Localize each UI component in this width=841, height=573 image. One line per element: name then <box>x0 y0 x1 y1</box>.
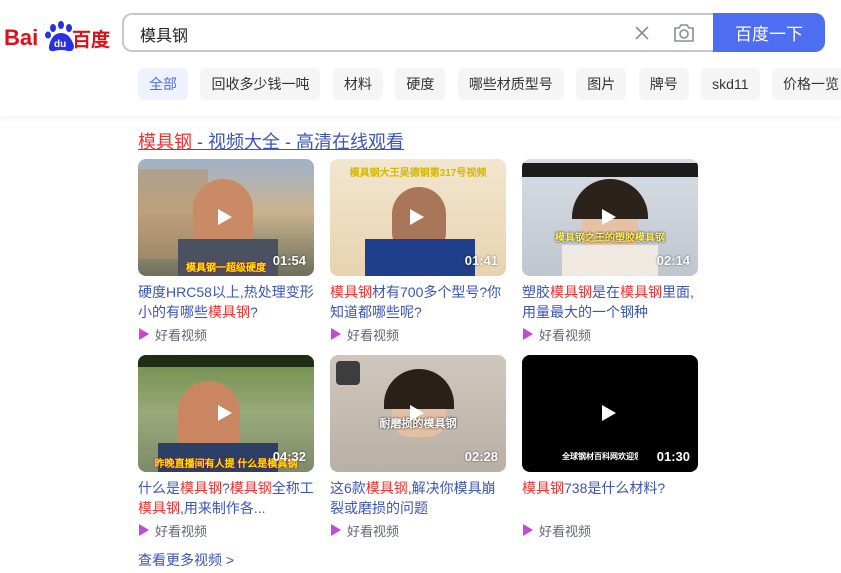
title-text: 塑胶 <box>522 284 550 300</box>
title-text: ? <box>222 480 230 496</box>
source-label: 好看视频 <box>347 523 400 539</box>
source-label: 好看视频 <box>155 523 208 539</box>
video-title[interactable]: 什么是模具钢?模具钢全称工模具钢,用来制作各... <box>138 478 314 518</box>
tab-material[interactable]: 材料 <box>332 68 383 100</box>
video-duration: 01:41 <box>464 253 498 268</box>
source-label: 好看视频 <box>155 327 208 343</box>
video-title[interactable]: 这6款模具钢,解决你模具崩裂或磨损的问题 <box>330 478 506 518</box>
source-label: 好看视频 <box>539 523 592 539</box>
video-card: 全球钢材百科网欢迎您 01:30 模具钢738是什么材料? 好看视频 <box>522 355 698 540</box>
haokan-icon <box>523 524 533 536</box>
video-duration: 01:30 <box>656 449 690 464</box>
search-tabs: 全部 回收多少钱一吨 材料 硬度 哪些材质型号 图片 牌号 skd11 价格一览 <box>138 68 841 100</box>
tab-price-overview[interactable]: 价格一览 <box>771 68 841 100</box>
title-text: 这6款 <box>330 480 366 496</box>
video-card: 耐磨损的模具钢 02:28 这6款模具钢,解决你模具崩裂或磨损的问题 好看视频 <box>330 355 506 540</box>
title-text: 全称工 <box>271 480 314 496</box>
camera-icon[interactable] <box>672 22 696 44</box>
haokan-icon <box>139 524 149 536</box>
title-highlight: 模具钢 <box>522 480 564 496</box>
title-text: ? <box>250 304 258 320</box>
title-text: 什么是 <box>138 480 180 496</box>
title-highlight: 模具钢 <box>365 480 408 496</box>
play-icon <box>218 209 232 225</box>
video-thumbnail[interactable]: 模具钢一超级硬度 01:54 <box>138 159 314 276</box>
video-title[interactable]: 塑胶模具钢是在模具钢里面,用量最大的一个钢种 <box>522 282 698 322</box>
video-duration: 04:32 <box>272 449 306 464</box>
video-thumbnail[interactable]: 全球钢材百科网欢迎您 01:30 <box>522 355 698 472</box>
title-text: 是在 <box>592 284 620 300</box>
play-icon <box>602 209 616 225</box>
svg-text:du: du <box>54 39 66 50</box>
title-highlight: 模具钢 <box>208 304 250 320</box>
video-overlay-caption: 全球钢材百科网欢迎您 <box>562 452 638 461</box>
section-title-highlight: 模具钢 <box>138 132 192 152</box>
video-thumbnail[interactable]: 耐磨损的模具钢 02:28 <box>330 355 506 472</box>
video-source[interactable]: 好看视频 <box>522 324 698 344</box>
video-thumbnail[interactable]: 模具钢之王的塑胶模具钢 02:14 <box>522 159 698 276</box>
video-duration: 01:54 <box>272 253 306 268</box>
title-highlight: 模具钢 <box>550 284 592 300</box>
play-icon <box>410 209 424 225</box>
tab-hardness[interactable]: 硬度 <box>395 68 446 100</box>
video-title[interactable]: 模具钢738是什么材料? <box>522 478 698 518</box>
video-duration: 02:28 <box>464 449 498 464</box>
tab-all[interactable]: 全部 <box>138 68 188 100</box>
source-label: 好看视频 <box>347 327 400 343</box>
video-source[interactable]: 好看视频 <box>330 324 506 344</box>
video-duration: 02:14 <box>656 253 690 268</box>
tab-skd11[interactable]: skd11 <box>701 68 760 100</box>
baidu-logo[interactable]: Bai du 百度 <box>4 16 114 56</box>
video-card: 模具钢一超级硬度 01:54 硬度HRC58以上,热处理变形小的有哪些模具钢? … <box>138 159 314 344</box>
title-highlight: 模具钢 <box>620 284 662 300</box>
title-text: ,用来制作各... <box>180 500 266 516</box>
video-source[interactable]: 好看视频 <box>138 520 314 540</box>
header: Bai du 百度 百度一下 全部 回收多少钱一吨 材料 硬度 哪些材质型号 <box>0 0 841 116</box>
search-input[interactable] <box>138 21 622 47</box>
video-card: 模具钢大王吴德钢第317号视频 01:41 模具钢材有700多个型号?你知道都哪… <box>330 159 506 344</box>
haokan-icon <box>331 524 341 536</box>
svg-text:百度: 百度 <box>72 28 111 51</box>
haokan-icon <box>331 328 341 340</box>
tab-grade[interactable]: 牌号 <box>638 68 689 100</box>
play-icon <box>218 405 232 421</box>
section-title-rest: - 视频大全 - 高清在线观看 <box>192 132 404 152</box>
play-icon <box>410 405 424 421</box>
source-label: 好看视频 <box>539 327 592 343</box>
video-section-title[interactable]: 模具钢 - 视频大全 - 高清在线观看 <box>138 128 404 154</box>
video-title[interactable]: 模具钢材有700多个型号?你知道都哪些呢? <box>330 282 506 322</box>
play-icon <box>602 405 616 421</box>
video-card: 模具钢之王的塑胶模具钢 02:14 塑胶模具钢是在模具钢里面,用量最大的一个钢种… <box>522 159 698 344</box>
haokan-icon <box>523 328 533 340</box>
video-card: 昨晚直播间有人提 什么是模具钢 04:32 什么是模具钢?模具钢全称工模具钢,用… <box>138 355 314 540</box>
title-highlight: 模具钢 <box>330 284 372 300</box>
video-overlay-caption: 模具钢之王的塑胶模具钢 <box>555 233 665 244</box>
title-text: 738是什么材料? <box>564 480 666 496</box>
title-highlight: 模具钢 <box>180 480 222 496</box>
search-box <box>122 13 714 52</box>
video-overlay-caption: 模具钢大王吴德钢第317号视频 <box>349 168 487 179</box>
haokan-icon <box>139 328 149 340</box>
tab-recycle-price[interactable]: 回收多少钱一吨 <box>200 68 321 100</box>
svg-text:Bai: Bai <box>4 25 38 50</box>
video-thumbnail[interactable]: 昨晚直播间有人提 什么是模具钢 04:32 <box>138 355 314 472</box>
video-source[interactable]: 好看视频 <box>330 520 506 540</box>
search-button[interactable]: 百度一下 <box>713 13 825 52</box>
tab-material-models[interactable]: 哪些材质型号 <box>457 68 564 100</box>
video-source[interactable]: 好看视频 <box>522 520 698 540</box>
title-highlight: 模具钢 <box>229 480 272 496</box>
video-title[interactable]: 硬度HRC58以上,热处理变形小的有哪些模具钢? <box>138 282 314 322</box>
title-highlight: 模具钢 <box>138 500 180 516</box>
clear-icon[interactable] <box>632 23 652 43</box>
video-source[interactable]: 好看视频 <box>138 324 314 344</box>
video-thumbnail[interactable]: 模具钢大王吴德钢第317号视频 01:41 <box>330 159 506 276</box>
more-videos-link[interactable]: 查看更多视频 > <box>138 550 234 570</box>
tab-images[interactable]: 图片 <box>576 68 627 100</box>
